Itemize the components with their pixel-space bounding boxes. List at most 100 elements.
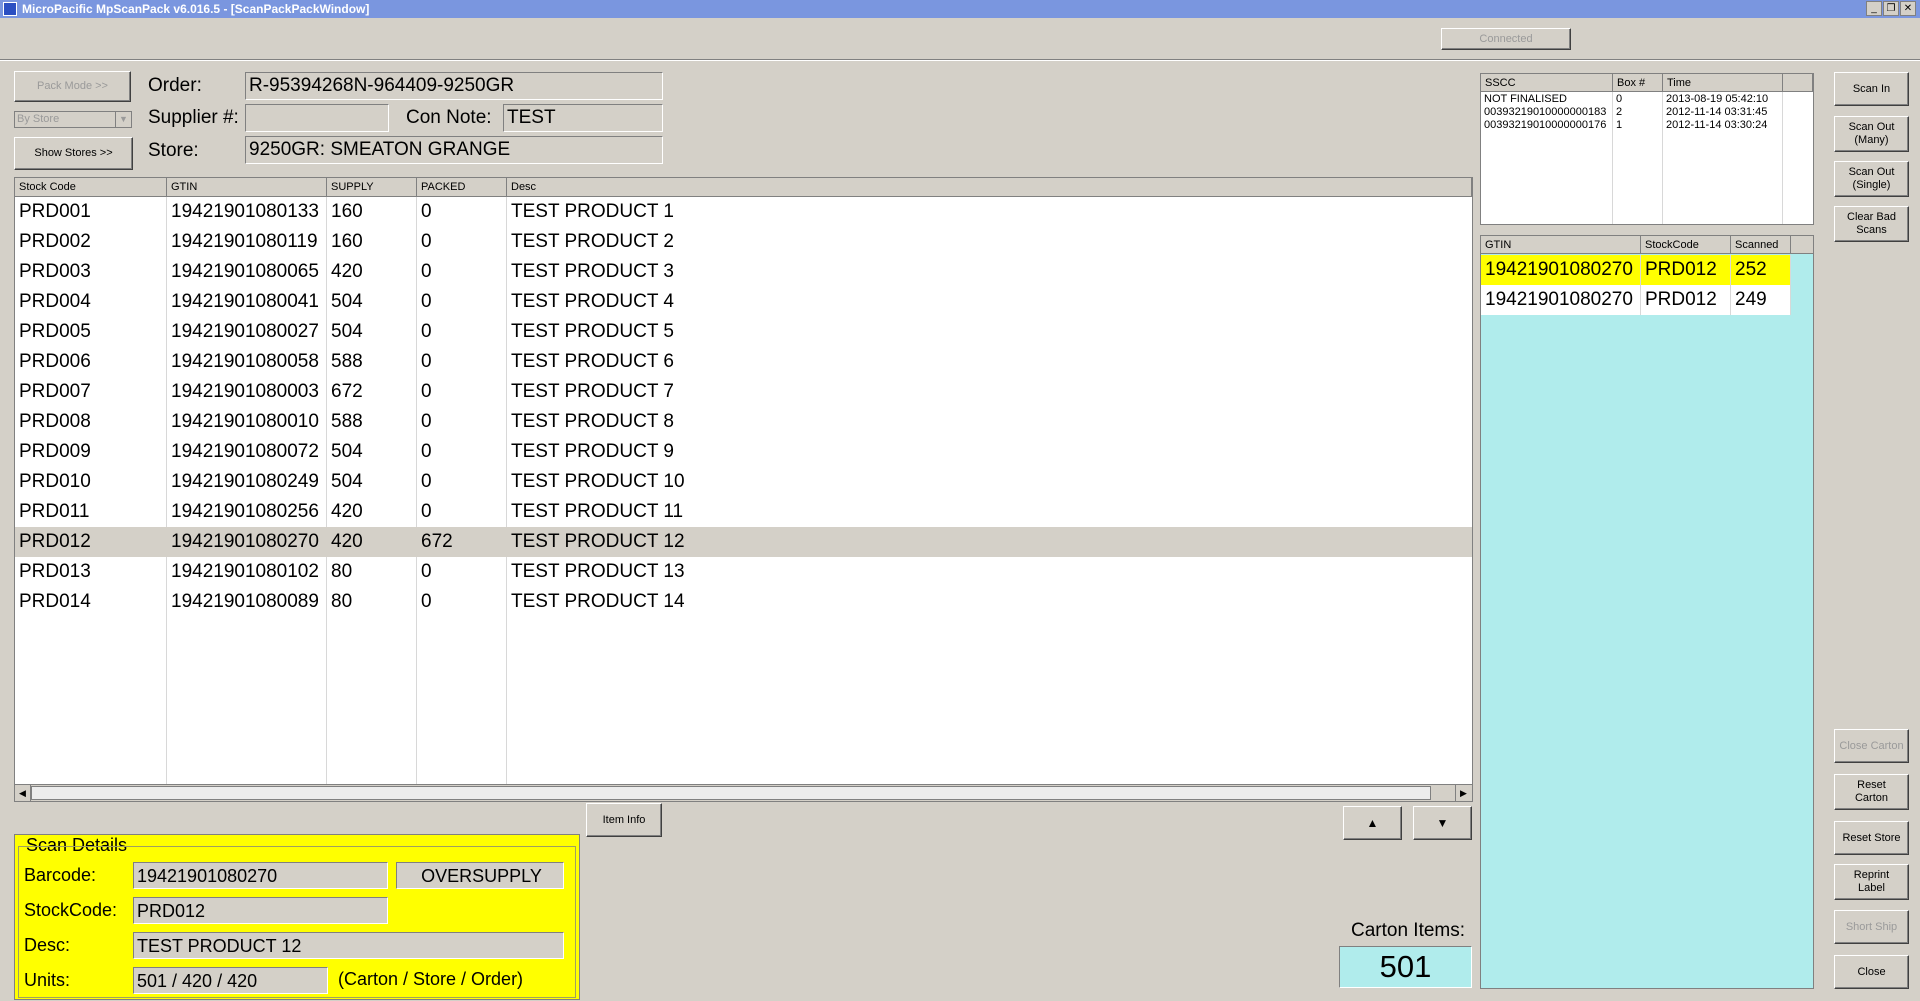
close-carton-button[interactable]: Close Carton	[1834, 729, 1909, 763]
table-cell: 420	[331, 261, 363, 282]
table-cell: PRD014	[19, 591, 91, 612]
scanned-cell: 252	[1731, 255, 1791, 285]
scan-out-many-button[interactable]: Scan Out (Many)	[1834, 116, 1909, 152]
table-cell: 19421901080102	[171, 561, 319, 582]
scanned-cell: 19421901080270	[1481, 255, 1641, 285]
reset-carton-button[interactable]: Reset Carton	[1834, 774, 1909, 810]
table-row[interactable]: PRD005 19421901080027 504 0 TEST PRODUCT 5	[15, 317, 1472, 347]
table-cell: 0	[421, 591, 432, 612]
chevron-down-icon[interactable]: ▼	[115, 112, 131, 127]
product-table[interactable]: Stock Code GTIN SUPPLY PACKED Desc PRD00…	[14, 177, 1473, 802]
minimize-button[interactable]: _	[1866, 1, 1882, 16]
pack-mode-button[interactable]: Pack Mode >>	[14, 71, 131, 102]
sscc-row[interactable]: NOT FINALISED 0 2013-08-19 05:42:10	[1481, 93, 1783, 106]
table-row[interactable]: PRD013 19421901080102 80 0 TEST PRODUCT 13	[15, 557, 1472, 587]
column-header-scan-stockcode[interactable]: StockCode	[1641, 236, 1731, 254]
column-header-desc[interactable]: Desc	[507, 178, 1472, 197]
table-cell: 0	[421, 321, 432, 342]
store-label: Store:	[148, 140, 199, 161]
desc-label: Desc:	[24, 935, 71, 955]
sscc-cell: 2013-08-19 05:42:10	[1666, 93, 1769, 105]
reprint-label-button[interactable]: Reprint Label	[1834, 864, 1909, 900]
column-header-sscc[interactable]: SSCC	[1481, 74, 1613, 92]
scan-out-single-button[interactable]: Scan Out (Single)	[1834, 161, 1909, 197]
by-store-select[interactable]: By Store ▼	[14, 111, 132, 128]
column-header-time[interactable]: Time	[1663, 74, 1783, 92]
units-hint: (Carton / Store / Order)	[338, 969, 524, 989]
header-separator	[0, 59, 1920, 61]
table-cell: 588	[331, 411, 363, 432]
table-cell: PRD002	[19, 231, 91, 252]
scroll-left-icon[interactable]: ◀	[15, 785, 31, 801]
table-row[interactable]: PRD014 19421901080089 80 0 TEST PRODUCT 14	[15, 587, 1472, 617]
column-header-scanned[interactable]: Scanned	[1731, 236, 1791, 254]
table-row[interactable]: PRD002 19421901080119 160 0 TEST PRODUCT 2	[15, 227, 1472, 257]
column-header-scan-gtin[interactable]: GTIN	[1481, 236, 1641, 254]
table-row[interactable]: PRD003 19421901080065 420 0 TEST PRODUCT 3	[15, 257, 1472, 287]
column-header-box[interactable]: Box #	[1613, 74, 1663, 92]
column-header-packed[interactable]: PACKED	[417, 178, 507, 197]
title-bar: MicroPacific MpScanPack v6.016.5 - [Scan…	[0, 0, 1920, 18]
table-cell: PRD006	[19, 351, 91, 372]
scan-details-panel: Scan Details Barcode: 19421901080270 OVE…	[14, 834, 580, 1000]
table-cell: 19421901080089	[171, 591, 319, 612]
table-cell: 420	[331, 531, 363, 552]
scanned-row[interactable]: 19421901080270 PRD012 252	[1481, 255, 1791, 285]
scan-in-button[interactable]: Scan In	[1834, 72, 1909, 106]
table-cell: 19421901080065	[171, 261, 319, 282]
close-button[interactable]: Close	[1834, 955, 1909, 989]
scan-details-title: Scan Details	[26, 835, 128, 855]
sscc-cell: 1	[1616, 119, 1623, 131]
table-cell: PRD005	[19, 321, 91, 342]
column-header-gtin[interactable]: GTIN	[167, 178, 327, 197]
scroll-right-icon[interactable]: ▶	[1455, 785, 1471, 801]
sscc-row[interactable]: 00393219010000000176 1 2012-11-14 03:30:24	[1481, 119, 1783, 132]
table-row[interactable]: PRD008 19421901080010 588 0 TEST PRODUCT 8	[15, 407, 1472, 437]
move-down-button[interactable]: ▼	[1413, 806, 1472, 840]
table-row[interactable]: PRD012 19421901080270 420 672 TEST PRODUCT 1…	[15, 527, 1472, 557]
sscc-cell: 2012-11-14 03:31:45	[1666, 106, 1768, 118]
show-stores-button[interactable]: Show Stores >>	[14, 137, 133, 170]
item-info-button[interactable]: Item Info	[586, 803, 662, 837]
units-label: Units:	[24, 970, 71, 990]
column-header-supply[interactable]: SUPPLY	[327, 178, 417, 197]
scanned-table[interactable]: GTIN StockCode Scanned 19421901080270 PRD…	[1480, 235, 1814, 989]
stockcode-field: PRD012	[133, 897, 388, 924]
table-cell: 19421901080058	[171, 351, 319, 372]
table-cell: 0	[421, 351, 432, 372]
sscc-cell: NOT FINALISED	[1484, 93, 1567, 105]
sscc-cell: 2012-11-14 03:30:24	[1666, 119, 1768, 131]
scrollbar-thumb[interactable]	[31, 786, 1431, 800]
table-row[interactable]: PRD001 19421901080133 160 0 TEST PRODUCT 1	[15, 197, 1472, 227]
table-cell: PRD003	[19, 261, 91, 282]
sscc-cell: 00393219010000000176	[1484, 119, 1607, 131]
table-row[interactable]: PRD009 19421901080072 504 0 TEST PRODUCT 9	[15, 437, 1472, 467]
table-row[interactable]: PRD007 19421901080003 672 0 TEST PRODUCT 7	[15, 377, 1472, 407]
sscc-cell: 2	[1616, 106, 1623, 118]
table-row[interactable]: PRD011 19421901080256 420 0 TEST PRODUCT 11	[15, 497, 1472, 527]
order-label: Order:	[148, 75, 202, 96]
close-window-button[interactable]: ✕	[1900, 1, 1916, 16]
table-cell: PRD008	[19, 411, 91, 432]
table-cell: 672	[331, 381, 363, 402]
table-row[interactable]: PRD010 19421901080249 504 0 TEST PRODUCT 10	[15, 467, 1472, 497]
connection-status: Connected	[1441, 28, 1571, 50]
short-ship-button[interactable]: Short Ship	[1834, 910, 1909, 944]
table-cell: 19421901080249	[171, 471, 319, 492]
restore-button[interactable]: ❐	[1883, 1, 1899, 16]
table-cell: 0	[421, 231, 432, 252]
table-row[interactable]: PRD006 19421901080058 588 0 TEST PRODUCT 6	[15, 347, 1472, 377]
window-title: MicroPacific MpScanPack v6.016.5 - [Scan…	[22, 2, 370, 16]
scanned-cell: 19421901080270	[1481, 285, 1641, 315]
column-header-stock-code[interactable]: Stock Code	[15, 178, 167, 197]
horizontal-scrollbar[interactable]: ◀ ▶	[15, 784, 1472, 801]
scanned-row[interactable]: 19421901080270 PRD012 249	[1481, 285, 1791, 315]
sscc-table[interactable]: SSCC Box # Time NOT FINALISED 0 2013-08-19…	[1480, 73, 1814, 225]
reset-store-button[interactable]: Reset Store	[1834, 821, 1909, 855]
table-cell: TEST PRODUCT 5	[511, 321, 674, 342]
move-up-button[interactable]: ▲	[1343, 806, 1402, 840]
sscc-row[interactable]: 00393219010000000183 2 2012-11-14 03:31:45	[1481, 106, 1783, 119]
clear-bad-scans-button[interactable]: Clear Bad Scans	[1834, 206, 1909, 242]
table-row[interactable]: PRD004 19421901080041 504 0 TEST PRODUCT 4	[15, 287, 1472, 317]
scanned-cell: PRD012	[1641, 255, 1731, 285]
